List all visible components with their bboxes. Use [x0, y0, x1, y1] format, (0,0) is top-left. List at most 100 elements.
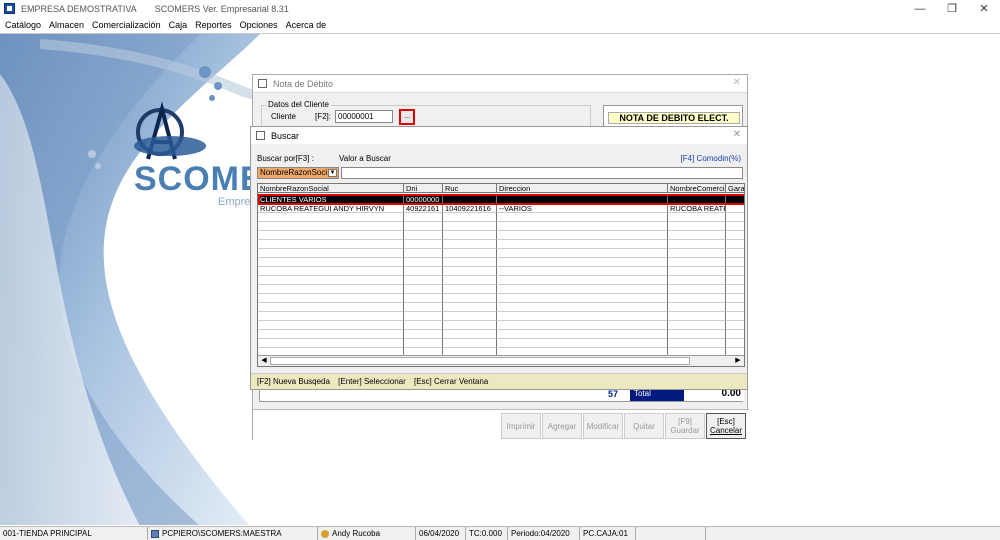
cell-dni: 40922161 [404, 204, 443, 213]
agregar-button[interactable]: Agregar [542, 413, 582, 439]
status-user-text: Andy Rucoba [332, 529, 381, 538]
imprimir-button[interactable]: Imprimir [501, 413, 541, 439]
col-header-garante[interactable]: Gara [726, 184, 744, 193]
cancelar-button[interactable]: [Esc] Cancelar [706, 413, 746, 439]
status-database-text: PCPIERO\SCOMERS:MAESTRA [162, 529, 282, 538]
app-version: SCOMERS Ver. Empresarial 8.31 [154, 3, 289, 14]
empty-grid-cell [668, 285, 726, 294]
guardar-label: Guardar [670, 426, 700, 435]
col-header-ruc[interactable]: Ruc [443, 184, 497, 193]
empty-grid-cell [497, 339, 668, 348]
scroll-left-icon[interactable]: ◀ [259, 357, 269, 365]
empty-grid-cell [726, 330, 744, 339]
table-row[interactable]: CLIENTES VARIOS 00000000 [258, 195, 744, 204]
empty-grid-row [258, 258, 744, 267]
modificar-label: Modificar [586, 421, 620, 431]
empty-grid-cell [443, 330, 497, 339]
menu-caja[interactable]: Caja [169, 20, 188, 30]
scroll-thumb[interactable] [270, 357, 690, 365]
menu-acerca-de[interactable]: Acerca de [286, 20, 327, 30]
empty-grid-cell [726, 303, 744, 312]
empty-grid-row [258, 303, 744, 312]
empty-grid-row [258, 330, 744, 339]
empty-grid-cell [443, 258, 497, 267]
scroll-right-icon[interactable]: ▶ [733, 357, 743, 365]
empty-grid-cell [668, 267, 726, 276]
col-header-nombre[interactable]: NombreRazonSocial [258, 184, 404, 193]
f2-label: [F2]: [315, 112, 332, 121]
empty-grid-cell [443, 321, 497, 330]
empty-grid-cell [258, 267, 404, 276]
close-icon[interactable]: ✕ [968, 0, 1000, 17]
empty-grid-cell [443, 249, 497, 258]
table-row[interactable]: RUCOBA REATEGUI ANDY HIRVYN 40922161 104… [258, 204, 744, 213]
col-header-dni[interactable]: Dni [404, 184, 443, 193]
empty-grid-cell [404, 303, 443, 312]
minimize-icon[interactable]: — [904, 0, 936, 17]
buscar-por-label: Buscar por[F3] : [257, 154, 314, 163]
cliente-input[interactable]: 00000001 [335, 110, 393, 123]
empty-grid-cell [404, 222, 443, 231]
empty-grid-cell [497, 249, 668, 258]
status-empty [636, 527, 706, 540]
empty-grid-row [258, 276, 744, 285]
user-icon [321, 529, 329, 538]
chevron-down-icon[interactable]: ▼ [328, 169, 337, 177]
quitar-button[interactable]: Quitar [624, 413, 664, 439]
modificar-button[interactable]: Modificar [583, 413, 623, 439]
col-header-nombre-comercial[interactable]: NombreComerci [668, 184, 726, 193]
empty-grid-cell [668, 330, 726, 339]
empty-grid-cell [497, 267, 668, 276]
campo-select[interactable]: NombreRazonSoci ▼ [257, 167, 339, 179]
empty-grid-cell [404, 276, 443, 285]
empty-grid-cell [443, 339, 497, 348]
menu-catalogo[interactable]: Catálogo [5, 20, 41, 30]
cliente-lookup-button[interactable]: ... [399, 109, 415, 125]
empty-grid-cell [668, 303, 726, 312]
empty-grid-cell [726, 213, 744, 222]
empty-grid-cell [497, 321, 668, 330]
grid-header-row: NombreRazonSocial Dni Ruc Direccion Nomb… [258, 184, 744, 193]
empty-grid-cell [726, 285, 744, 294]
valor-buscar-input[interactable] [341, 167, 743, 179]
empty-grid-row [258, 312, 744, 321]
horizontal-scrollbar[interactable]: ◀ ▶ [258, 355, 744, 366]
empty-grid-cell [404, 285, 443, 294]
empty-grid-cell [258, 258, 404, 267]
empty-grid-cell [668, 339, 726, 348]
menu-almacen[interactable]: Almacen [49, 20, 84, 30]
form-icon [256, 131, 265, 140]
restore-icon[interactable]: ❐ [936, 0, 968, 17]
guardar-sub: [F9] [678, 417, 692, 426]
empty-grid-cell [443, 213, 497, 222]
buscar-close-icon[interactable]: ✕ [733, 129, 741, 140]
window-controls: — ❐ ✕ [904, 0, 1000, 17]
cell-nombre-comercial: RUCOBA REATE [668, 204, 726, 213]
empty-grid-cell [404, 231, 443, 240]
status-caja: PC.CAJA:01 [580, 527, 636, 540]
nota-close-icon[interactable]: ✕ [733, 77, 741, 88]
empty-grid-cell [497, 294, 668, 303]
col-header-direccion[interactable]: Direccion [497, 184, 668, 193]
empty-grid-cell [668, 321, 726, 330]
footer-seleccionar: [Enter] Seleccionar [338, 377, 406, 386]
empty-grid-cell [497, 312, 668, 321]
nota-dialog-title: Nota de Débito [273, 78, 334, 89]
cell-ruc: 10409221616 [443, 204, 497, 213]
guardar-button[interactable]: [F9] Guardar [665, 413, 705, 439]
nota-dialog-titlebar: Nota de Débito ✕ [253, 75, 747, 93]
status-tc: TC:0.000 [466, 527, 508, 540]
footer-nueva-busqueda: [F2] Nueva Busqeda [257, 377, 330, 386]
empty-grid-cell [443, 294, 497, 303]
empty-grid-cell [404, 267, 443, 276]
empty-grid-cell [668, 294, 726, 303]
empty-grid-row [258, 222, 744, 231]
menu-comercializacion[interactable]: Comercialización [92, 20, 161, 30]
menu-reportes[interactable]: Reportes [195, 20, 232, 30]
buscar-footer: [F2] Nueva Busqeda [Enter] Seleccionar [… [251, 373, 747, 389]
status-tienda: 001-TIENDA PRINCIPAL [0, 527, 148, 540]
menu-bar: Catálogo Almacen Comercialización Caja R… [0, 17, 1000, 33]
menu-opciones[interactable]: Opciones [240, 20, 278, 30]
title-bar: EMPRESA DEMOSTRATIVA SCOMERS Ver. Empres… [0, 0, 1000, 17]
empty-grid-cell [404, 330, 443, 339]
